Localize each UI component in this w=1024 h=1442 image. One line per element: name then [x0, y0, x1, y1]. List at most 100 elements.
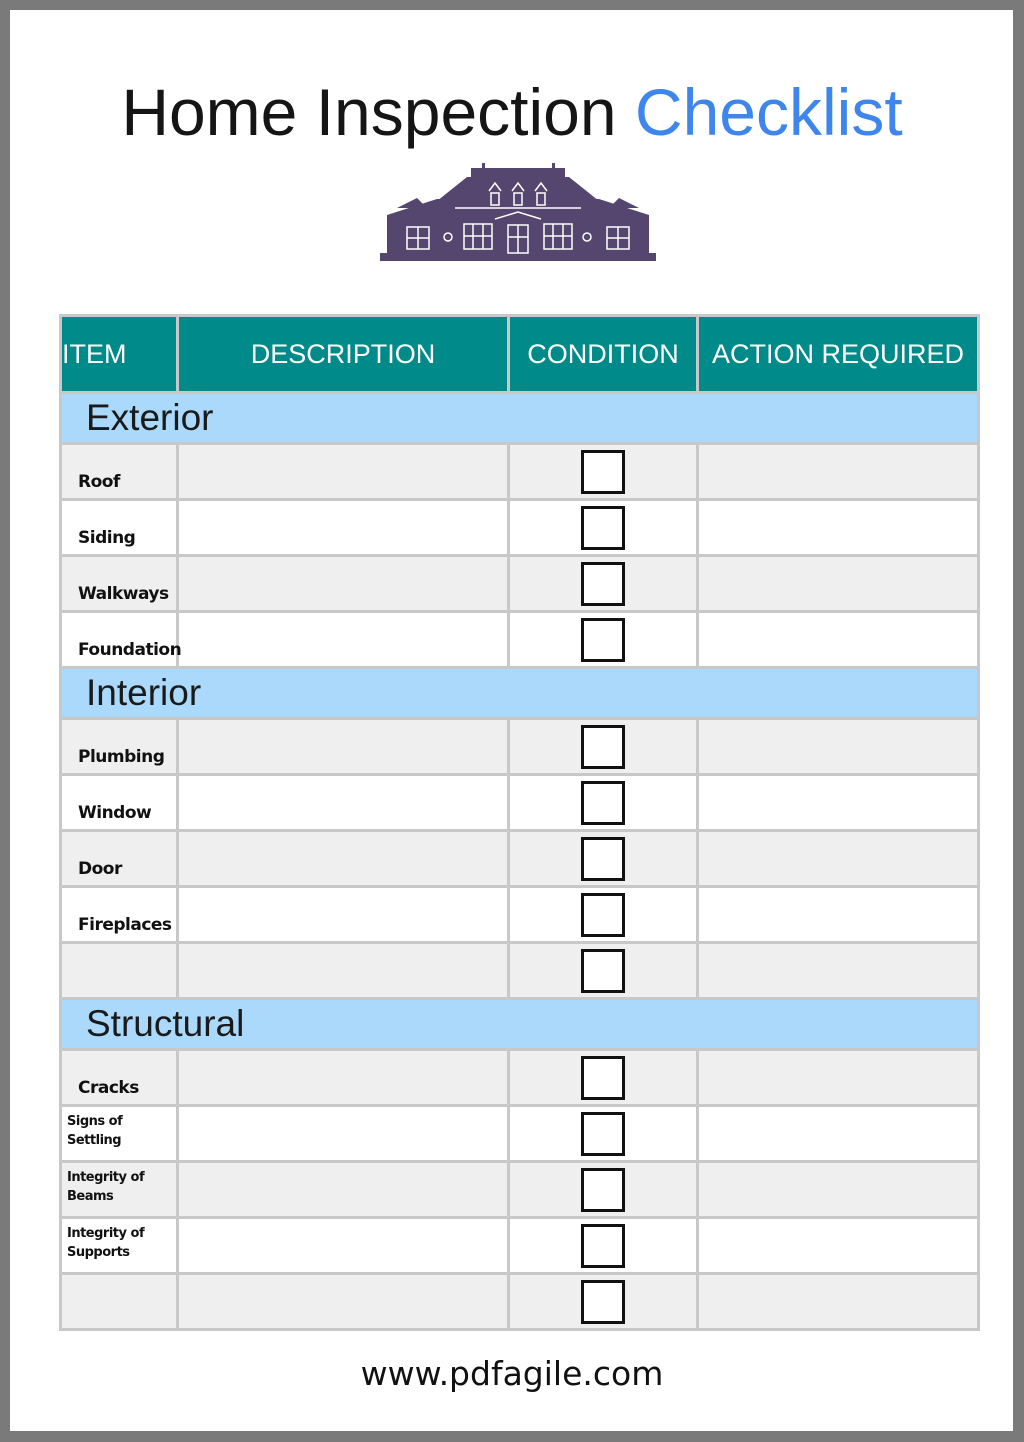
item-name: Integrity of Beams	[59, 1160, 179, 1219]
description-cell[interactable]	[176, 885, 510, 944]
action-required-cell[interactable]	[696, 717, 980, 776]
action-required-cell[interactable]	[696, 1160, 980, 1219]
table-row: Siding	[59, 498, 980, 557]
item-name: Cracks	[59, 1048, 179, 1107]
table-row: Foundation	[59, 610, 980, 669]
house-icon	[380, 163, 656, 261]
condition-cell	[507, 442, 699, 501]
condition-cell	[507, 610, 699, 669]
condition-checkbox[interactable]	[581, 617, 625, 662]
condition-checkbox[interactable]	[581, 1223, 625, 1268]
condition-checkbox[interactable]	[581, 1279, 625, 1324]
description-cell[interactable]	[176, 1160, 510, 1219]
table-row: Window	[59, 773, 980, 832]
column-header-description: DESCRIPTION	[176, 314, 510, 394]
condition-checkbox[interactable]	[581, 1111, 625, 1156]
condition-checkbox[interactable]	[581, 780, 625, 825]
table-row: Integrity of Supports	[59, 1216, 980, 1275]
description-cell[interactable]	[176, 1048, 510, 1107]
section-row-interior: Interior	[59, 666, 980, 720]
action-required-cell[interactable]	[696, 1104, 980, 1163]
action-required-cell[interactable]	[696, 773, 980, 832]
item-name: Foundation	[59, 610, 182, 669]
section-row-structural: Structural	[59, 997, 980, 1051]
condition-checkbox[interactable]	[581, 724, 625, 769]
description-cell[interactable]	[176, 941, 510, 1000]
description-cell[interactable]	[176, 773, 510, 832]
condition-checkbox[interactable]	[581, 892, 625, 937]
condition-checkbox[interactable]	[581, 1167, 625, 1212]
column-header-item: ITEM	[59, 314, 179, 394]
action-required-cell[interactable]	[696, 885, 980, 944]
footer-website: www.pdfagile.com	[360, 1354, 664, 1393]
title-accent: Checklist	[634, 75, 903, 149]
condition-checkbox[interactable]	[581, 1055, 625, 1100]
action-required-cell[interactable]	[696, 941, 980, 1000]
condition-cell	[507, 941, 699, 1000]
action-required-cell[interactable]	[696, 442, 980, 501]
item-name: Fireplaces	[59, 885, 179, 944]
section-title: Structural	[59, 997, 980, 1051]
description-cell[interactable]	[176, 1272, 510, 1331]
condition-checkbox[interactable]	[581, 449, 625, 494]
condition-cell	[507, 1048, 699, 1107]
table-row: Signs of Settling	[59, 1104, 980, 1163]
table-row	[59, 941, 980, 1000]
checklist-table: ITEM DESCRIPTION CONDITION ACTION REQUIR…	[59, 314, 980, 1331]
item-name	[59, 1272, 179, 1331]
action-required-cell[interactable]	[696, 554, 980, 613]
condition-checkbox[interactable]	[581, 836, 625, 881]
item-name: Signs of Settling	[59, 1104, 179, 1163]
description-cell[interactable]	[176, 1216, 510, 1275]
action-required-cell[interactable]	[696, 1272, 980, 1331]
condition-cell	[507, 717, 699, 776]
table-row: Door	[59, 829, 980, 888]
description-cell[interactable]	[176, 554, 510, 613]
item-name: Plumbing	[59, 717, 179, 776]
action-required-cell[interactable]	[696, 1048, 980, 1107]
column-header-condition: CONDITION	[507, 314, 699, 394]
table-row: Cracks	[59, 1048, 980, 1107]
condition-cell	[507, 1104, 699, 1163]
condition-cell	[507, 498, 699, 557]
description-cell[interactable]	[176, 610, 510, 669]
section-row-exterior: Exterior	[59, 391, 980, 445]
description-cell[interactable]	[176, 442, 510, 501]
condition-cell	[507, 554, 699, 613]
title-main: Home Inspection	[121, 75, 617, 149]
item-name: Siding	[59, 498, 179, 557]
item-name: Roof	[59, 442, 179, 501]
table-row: Fireplaces	[59, 885, 980, 944]
section-title: Interior	[59, 666, 980, 720]
condition-cell	[507, 1160, 699, 1219]
header-row: ITEM DESCRIPTION CONDITION ACTION REQUIR…	[59, 314, 980, 394]
condition-checkbox[interactable]	[581, 505, 625, 550]
description-cell[interactable]	[176, 1104, 510, 1163]
table-row: Roof	[59, 442, 980, 501]
item-name	[59, 941, 179, 1000]
item-name: Door	[59, 829, 179, 888]
item-name: Walkways	[59, 554, 179, 613]
action-required-cell[interactable]	[696, 1216, 980, 1275]
table-row: Plumbing	[59, 717, 980, 776]
action-required-cell[interactable]	[696, 610, 980, 669]
condition-cell	[507, 885, 699, 944]
action-required-cell[interactable]	[696, 498, 980, 557]
condition-cell	[507, 1216, 699, 1275]
page-title: Home Inspection Checklist	[0, 74, 1024, 150]
condition-cell	[507, 773, 699, 832]
condition-cell	[507, 829, 699, 888]
item-name: Integrity of Supports	[59, 1216, 179, 1275]
description-cell[interactable]	[176, 498, 510, 557]
action-required-cell[interactable]	[696, 829, 980, 888]
description-cell[interactable]	[176, 717, 510, 776]
condition-checkbox[interactable]	[581, 561, 625, 606]
section-title: Exterior	[59, 391, 980, 445]
description-cell[interactable]	[176, 829, 510, 888]
table-row: Walkways	[59, 554, 980, 613]
table-row: Integrity of Beams	[59, 1160, 980, 1219]
condition-checkbox[interactable]	[581, 948, 625, 993]
item-name: Window	[59, 773, 179, 832]
table-row	[59, 1272, 980, 1331]
condition-cell	[507, 1272, 699, 1331]
